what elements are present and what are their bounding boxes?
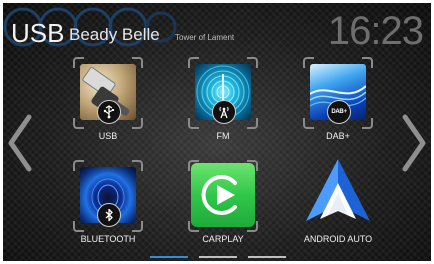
clock: 16:23 (327, 9, 424, 53)
chevron-left-icon[interactable] (5, 113, 35, 173)
radio-tower-icon (212, 100, 236, 124)
bluetooth-source-button[interactable]: BLUETOOTH (68, 160, 148, 249)
source-name: USB (11, 18, 65, 48)
fm-source-button[interactable]: FM (183, 57, 263, 146)
tile-label-carplay: CARPLAY (202, 234, 244, 244)
page-indicator-2[interactable] (199, 256, 237, 258)
tile-label-bluetooth: BLUETOOTH (80, 234, 136, 244)
track-artist: Tower of Lament (175, 33, 235, 42)
carplay-tile-art (191, 163, 255, 227)
usb-icon (97, 100, 121, 124)
dab-icon: DAB+ (327, 100, 351, 124)
carplay-source-button[interactable]: CARPLAY (183, 160, 263, 249)
page-indicator-3[interactable] (248, 256, 286, 258)
tile-label-fm: FM (216, 131, 230, 141)
page-indicator-1[interactable] (150, 256, 188, 258)
android-auto-icon (306, 159, 370, 221)
android-auto-source-button[interactable]: ANDROID AUTO (298, 159, 378, 249)
track-title: Beady Belle (69, 25, 160, 44)
tile-label-android-auto: ANDROID AUTO (303, 234, 373, 244)
tile-label-usb: USB (98, 131, 118, 141)
home-screen: USB Beady Belle Tower of Lament 16:23 US… (3, 3, 431, 261)
chevron-right-icon[interactable] (399, 113, 429, 173)
usb-source-button[interactable]: USB (68, 57, 148, 146)
carplay-icon (201, 175, 237, 215)
bluetooth-icon (97, 203, 121, 227)
dab-source-button[interactable]: DAB+ DAB+ (298, 57, 378, 146)
tile-label-dab: DAB+ (326, 131, 350, 141)
